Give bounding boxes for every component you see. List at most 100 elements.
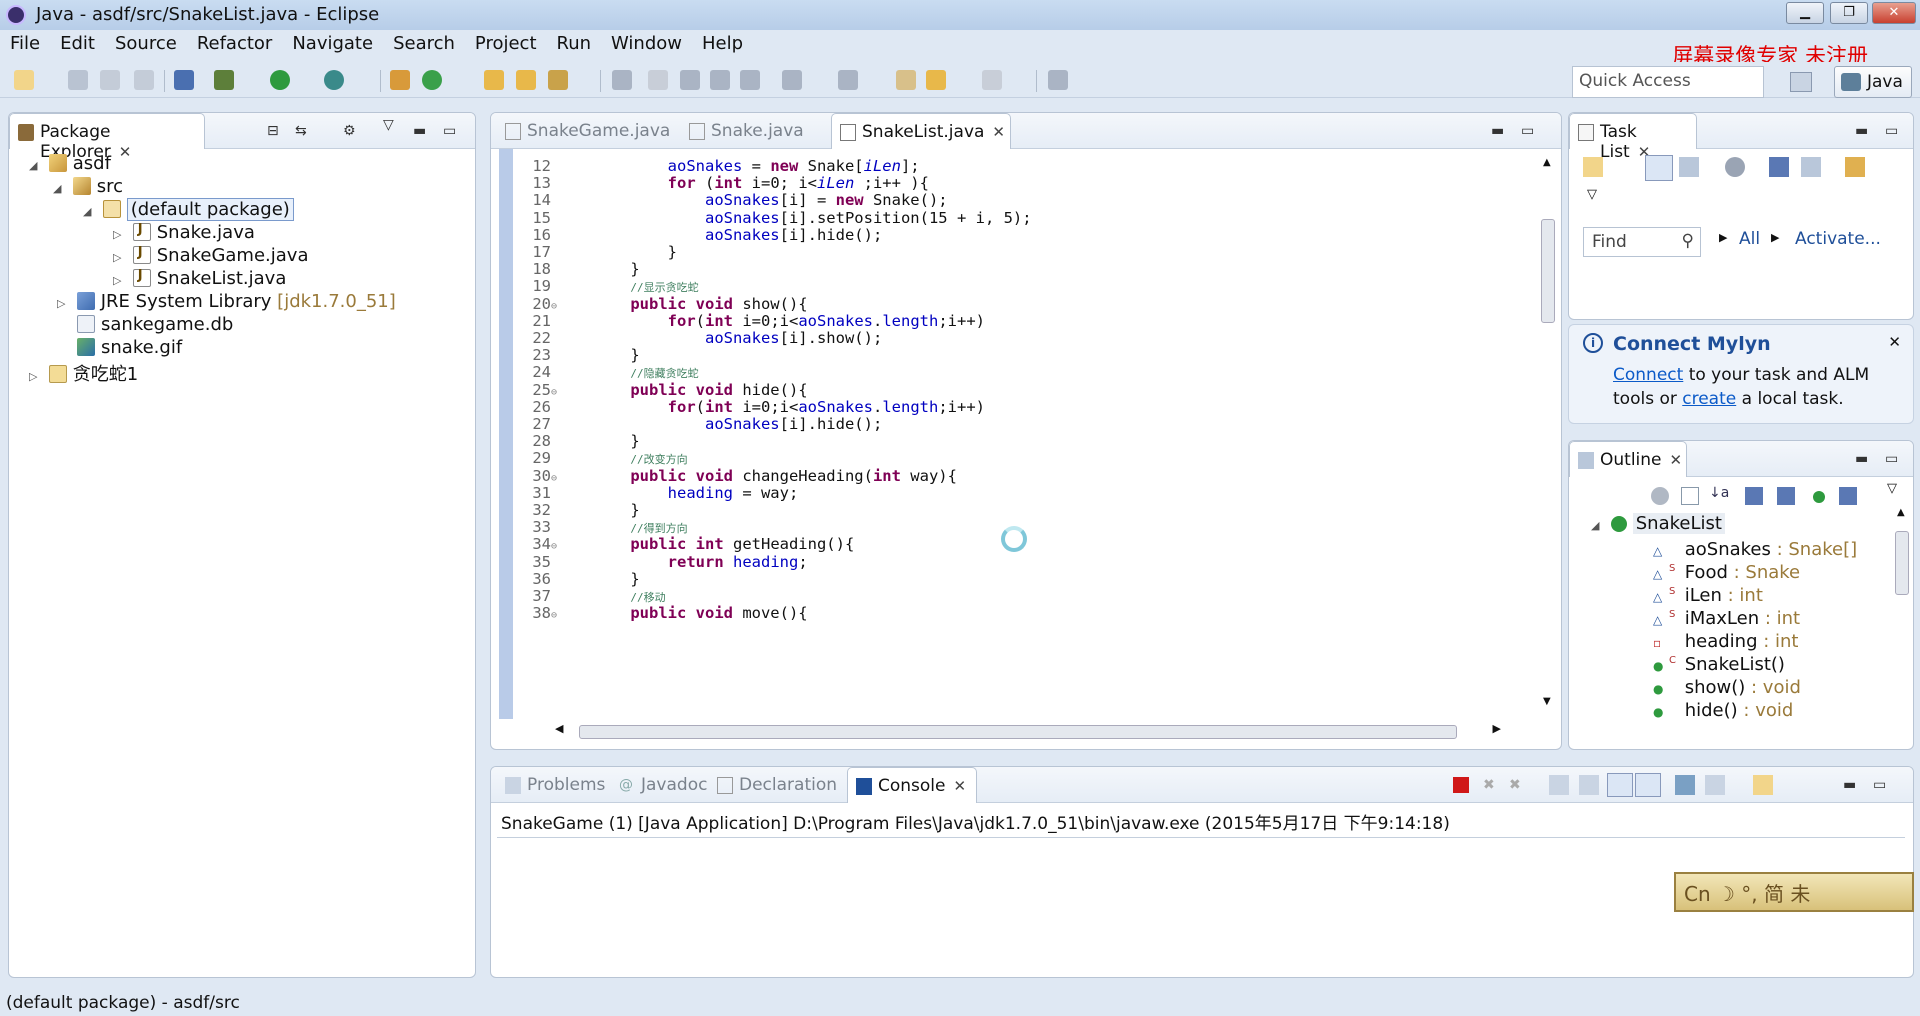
- fold-icon[interactable]: ⊖: [551, 301, 565, 312]
- new-class-icon[interactable]: [422, 70, 442, 90]
- chevron-down-icon[interactable]: ▽: [1587, 187, 1597, 202]
- terminate-icon[interactable]: [1453, 777, 1469, 793]
- minimize-view-icon[interactable]: ▬: [413, 123, 426, 139]
- minimize-button[interactable]: ▁: [1786, 2, 1824, 24]
- scroll-up-icon[interactable]: ▲: [1543, 157, 1551, 168]
- prev-annotation-icon[interactable]: [838, 70, 858, 90]
- back-icon[interactable]: [926, 70, 946, 90]
- java-perspective-button[interactable]: Java: [1834, 66, 1912, 98]
- menu-refactor[interactable]: Refactor: [187, 30, 283, 60]
- outline-scrollbar[interactable]: ▲: [1895, 501, 1909, 747]
- tab-problems[interactable]: Problems: [497, 767, 609, 803]
- create-link[interactable]: create: [1682, 389, 1736, 409]
- new-task-icon[interactable]: [1583, 157, 1603, 177]
- fold-icon[interactable]: ⊖: [551, 610, 565, 621]
- close-icon[interactable]: ✕: [992, 123, 1005, 141]
- code-line[interactable]: 20⊖ public void show(){: [515, 295, 807, 313]
- hide-static-icon[interactable]: [1777, 487, 1795, 505]
- menu-search[interactable]: Search: [383, 30, 465, 60]
- code-line[interactable]: 28 }: [515, 432, 639, 450]
- expanded-icon[interactable]: ◢: [53, 182, 67, 195]
- maximize-button[interactable]: ❐: [1830, 2, 1868, 24]
- search-icon[interactable]: [548, 70, 568, 90]
- hide-fields-icon[interactable]: [1745, 487, 1763, 505]
- code-line[interactable]: 32 }: [515, 501, 639, 519]
- debug-icon[interactable]: [214, 70, 234, 90]
- code-line[interactable]: 23 }: [515, 346, 639, 364]
- code-line[interactable]: 13 for (int i=0; i<iLen ;i++ ){: [515, 174, 929, 192]
- tab-snakegame-java[interactable]: SnakeGame.java: [497, 113, 681, 149]
- code-line[interactable]: 14 aoSnakes[i] = new Snake();: [515, 191, 947, 209]
- collapsed-icon[interactable]: ▷: [113, 251, 127, 264]
- display-console-icon[interactable]: [1705, 775, 1725, 795]
- find-task-input[interactable]: Find ⚲: [1583, 227, 1701, 257]
- tab-console[interactable]: Console ✕: [847, 767, 977, 803]
- fold-icon[interactable]: ⊖: [551, 387, 565, 398]
- code-line[interactable]: 19 //显示贪吃蛇: [515, 277, 698, 295]
- code-line[interactable]: 38⊖ public void move(){: [515, 604, 807, 622]
- console-horizontal-scrollbar[interactable]: [503, 951, 1903, 965]
- show-on-stdout-icon[interactable]: [1607, 773, 1633, 797]
- code-line[interactable]: 22 aoSnakes[i].show();: [515, 329, 882, 347]
- show-whitespace-icon[interactable]: [680, 70, 700, 90]
- open-console-icon[interactable]: [1753, 775, 1773, 795]
- remove-launch-icon[interactable]: ✖: [1483, 777, 1495, 793]
- open-perspective-icon[interactable]: [1790, 72, 1812, 92]
- mark-occurrences-icon[interactable]: [648, 70, 668, 90]
- hide-non-public-icon[interactable]: [1813, 491, 1825, 503]
- scroll-left-icon[interactable]: ◀: [555, 722, 563, 735]
- chevron-down-icon[interactable]: ▽: [383, 117, 394, 133]
- code-line[interactable]: 18 }: [515, 260, 639, 278]
- code-line[interactable]: 27 aoSnakes[i].hide();: [515, 415, 882, 433]
- ime-status-bar[interactable]: Cn ☽ °, 简 未: [1674, 872, 1914, 912]
- expanded-icon[interactable]: ◢: [1591, 519, 1605, 532]
- code-line[interactable]: 30⊖ public void changeHeading(int way){: [515, 467, 957, 485]
- clear-console-icon[interactable]: [1549, 775, 1569, 795]
- run-icon[interactable]: [270, 70, 290, 90]
- tab-task-list[interactable]: Task List ✕: [1569, 113, 1697, 162]
- menu-navigate[interactable]: Navigate: [282, 30, 383, 60]
- minimize-view-icon[interactable]: ▬: [1491, 123, 1504, 139]
- tab-javadoc[interactable]: @ Javadoc: [611, 767, 709, 803]
- code-line[interactable]: 31 heading = way;: [515, 484, 798, 502]
- scroll-right-icon[interactable]: ▶: [1493, 722, 1501, 735]
- show-source-icon[interactable]: [740, 70, 760, 90]
- pin-console-icon[interactable]: [1675, 775, 1695, 795]
- menu-window[interactable]: Window: [601, 30, 692, 60]
- open-task-icon[interactable]: [516, 70, 536, 90]
- scheduled-icon[interactable]: [1679, 157, 1699, 177]
- code-line[interactable]: 37 //移动: [515, 587, 665, 605]
- close-icon[interactable]: ✕: [119, 143, 132, 161]
- collapse-all-icon[interactable]: [1801, 157, 1821, 177]
- view-menu-icon[interactable]: ⚙: [343, 123, 356, 139]
- toggle-breakpoints-icon[interactable]: [174, 70, 194, 90]
- expanded-icon[interactable]: ◢: [29, 159, 43, 172]
- scrollbar-thumb[interactable]: [579, 725, 1457, 739]
- code-line[interactable]: 36 }: [515, 570, 639, 588]
- code-line[interactable]: 25⊖ public void hide(){: [515, 381, 807, 399]
- new-java-project-icon[interactable]: [390, 70, 410, 90]
- categorized-icon[interactable]: [1645, 155, 1673, 181]
- code-line[interactable]: 21 for(int i=0;i<aoSnakes.length;i++): [515, 312, 985, 330]
- collapsed-icon[interactable]: ▷: [29, 370, 43, 383]
- focus-icon[interactable]: [1651, 487, 1669, 505]
- menu-source[interactable]: Source: [105, 30, 187, 60]
- code-line[interactable]: 35 return heading;: [515, 553, 807, 571]
- expanded-icon[interactable]: ◢: [83, 205, 97, 218]
- collapse-all-icon[interactable]: [1681, 487, 1699, 505]
- open-type-icon[interactable]: [484, 70, 504, 90]
- sort-icon[interactable]: ↓a: [1709, 485, 1729, 501]
- coverage-icon[interactable]: [324, 70, 344, 90]
- close-button[interactable]: ✕: [1872, 2, 1916, 24]
- close-icon[interactable]: ✕: [954, 777, 967, 795]
- collapsed-icon[interactable]: ▷: [113, 274, 127, 287]
- code-line[interactable]: 34⊖ public int getHeading(){: [515, 535, 854, 553]
- menu-project[interactable]: Project: [465, 30, 547, 60]
- tab-declaration[interactable]: Declaration: [709, 767, 845, 803]
- annotation-next-icon[interactable]: [612, 70, 632, 90]
- print-icon[interactable]: [134, 70, 154, 90]
- tree-item-project-2[interactable]: ▷ 贪吃蛇1: [29, 360, 138, 386]
- next-annotation-icon[interactable]: [782, 70, 802, 90]
- chevron-down-icon[interactable]: ▽: [1887, 481, 1897, 496]
- maximize-view-icon[interactable]: ▭: [1873, 777, 1886, 793]
